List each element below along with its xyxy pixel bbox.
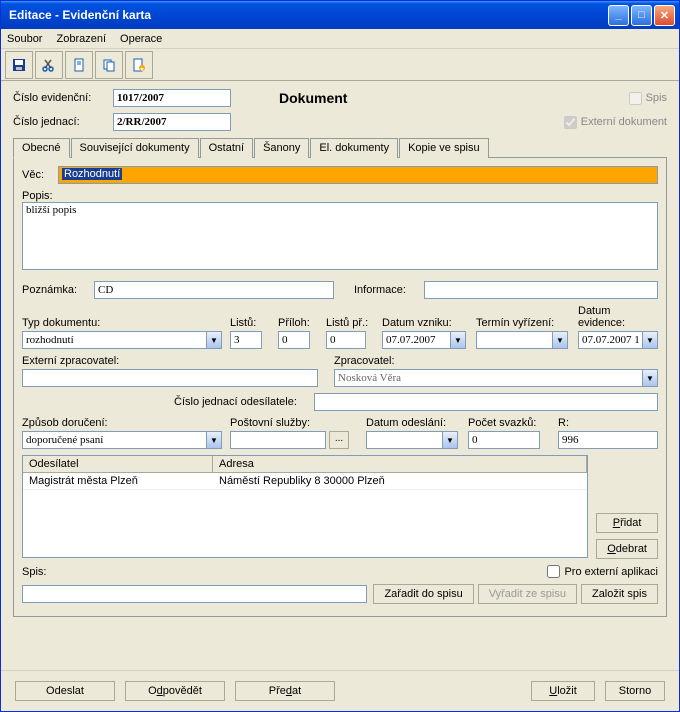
label-priloh: Příloh: — [278, 317, 318, 329]
label-datum-evidence: Datum evidence: — [578, 305, 658, 329]
toolbar: ★ — [1, 49, 679, 81]
label-r: R: — [558, 417, 658, 429]
doc-icon[interactable] — [65, 51, 93, 79]
chevron-down-icon[interactable]: ▼ — [450, 331, 466, 349]
label-typ-dokumentu: Typ dokumentu: — [22, 317, 222, 329]
odpovedet-button[interactable]: Odpovědět — [125, 681, 225, 701]
tab-ostatni[interactable]: Ostatní — [200, 138, 253, 158]
label-pocet-svazku: Počet svazků: — [468, 417, 550, 429]
cislo-jednaci-input[interactable] — [113, 113, 231, 131]
menubar: Soubor Zobrazení Operace — [1, 29, 679, 49]
pro-externi-checkbox[interactable]: Pro externí aplikaci — [547, 565, 658, 578]
chevron-down-icon[interactable]: ▼ — [642, 331, 658, 349]
tab-body: Věc: Rozhodnutí Popis: bližší popis Pozn… — [13, 158, 667, 617]
menu-zobrazeni[interactable]: Zobrazení — [56, 33, 106, 45]
window: Editace - Evidenční karta _ □ ✕ Soubor Z… — [0, 0, 680, 712]
label-poznamka: Poznámka: — [22, 284, 94, 296]
datum-vzniku-input[interactable] — [382, 331, 450, 349]
chevron-down-icon[interactable]: ▼ — [206, 331, 222, 349]
externi-dokument-checkbox[interactable]: Externí dokument — [564, 116, 667, 129]
r-input[interactable] — [558, 431, 658, 449]
zaradit-button[interactable]: Zařadit do spisu — [373, 584, 473, 604]
zalozit-button[interactable]: Založit spis — [581, 584, 658, 604]
menu-operace[interactable]: Operace — [120, 33, 162, 45]
informace-input[interactable] — [424, 281, 658, 299]
ellipsis-button[interactable]: ... — [329, 431, 349, 449]
label-listu: Listů: — [230, 317, 270, 329]
col-odesilatel[interactable]: Odesílatel — [23, 456, 213, 472]
datum-evidence-input[interactable] — [578, 331, 642, 349]
ulozit-button[interactable]: Uložit — [531, 681, 595, 701]
tab-el-dokumenty[interactable]: El. dokumenty — [310, 138, 398, 158]
odeslat-button[interactable]: Odeslat — [15, 681, 115, 701]
cislo-jednaci-odes-input[interactable] — [314, 393, 658, 411]
cislo-evidencni-input[interactable] — [113, 89, 231, 107]
listu-input[interactable] — [230, 331, 262, 349]
window-title: Editace - Evidenční karta — [9, 8, 608, 22]
tab-kopie[interactable]: Kopie ve spisu — [399, 138, 489, 158]
label-listu-pr: Listů př.: — [326, 317, 374, 329]
priloh-input[interactable] — [278, 331, 310, 349]
poznamka-input[interactable] — [94, 281, 334, 299]
pocet-svazku-input[interactable] — [468, 431, 540, 449]
label-cislo-evidencni: Číslo evidenční: — [13, 92, 113, 104]
chevron-down-icon[interactable]: ▼ — [442, 431, 458, 449]
titlebar: Editace - Evidenční karta _ □ ✕ — [1, 1, 679, 29]
spis-input[interactable] — [22, 585, 367, 603]
maximize-button[interactable]: □ — [631, 5, 652, 26]
label-cislo-jednaci: Číslo jednací: — [13, 116, 113, 128]
vyradit-button: Vyřadit ze spisu — [478, 584, 577, 604]
minimize-button[interactable]: _ — [608, 5, 629, 26]
close-button[interactable]: ✕ — [654, 5, 675, 26]
tab-sanony[interactable]: Šanony — [254, 138, 309, 158]
label-popis: Popis: — [22, 190, 53, 202]
tabs: Obecné Související dokumenty Ostatní Šan… — [13, 137, 667, 158]
postovni-sluzby-input[interactable] — [230, 431, 326, 449]
tab-obecne[interactable]: Obecné — [13, 138, 70, 158]
odebrat-button[interactable]: Odebrat — [596, 539, 658, 559]
label-spis: Spis: — [22, 566, 58, 578]
datum-odeslani-input[interactable] — [366, 431, 442, 449]
chevron-down-icon[interactable]: ▼ — [642, 369, 658, 387]
dokument-label: Dokument — [279, 90, 347, 106]
doc-new-icon[interactable]: ★ — [125, 51, 153, 79]
menu-soubor[interactable]: Soubor — [7, 33, 42, 45]
sender-grid: Odesílatel Adresa Magistrát města Plzeň … — [22, 455, 588, 558]
label-externi-zprac: Externí zpracovatel: — [22, 355, 326, 367]
zpusob-doruceni-input[interactable] — [22, 431, 206, 449]
chevron-down-icon[interactable]: ▼ — [552, 331, 568, 349]
chevron-down-icon[interactable]: ▼ — [206, 431, 222, 449]
vec-input[interactable]: Rozhodnutí — [58, 166, 658, 184]
table-row[interactable]: Magistrát města Plzeň Náměstí Republiky … — [23, 473, 587, 490]
label-zpusob-doruceni: Způsob doručení: — [22, 417, 222, 429]
pridat-button[interactable]: Přidat — [596, 513, 658, 533]
termin-vyrizeni-input[interactable] — [476, 331, 552, 349]
svg-text:★: ★ — [139, 66, 144, 73]
typ-dokumentu-input[interactable] — [22, 331, 206, 349]
label-informace: Informace: — [354, 284, 424, 296]
listu-pr-input[interactable] — [326, 331, 366, 349]
externi-zprac-input[interactable] — [22, 369, 318, 387]
spis-checkbox[interactable]: Spis — [629, 92, 667, 105]
col-adresa[interactable]: Adresa — [213, 456, 587, 472]
save-icon[interactable] — [5, 51, 33, 79]
popis-textarea[interactable]: bližší popis — [22, 202, 658, 270]
storno-button[interactable]: Storno — [605, 681, 665, 701]
copy-icon[interactable] — [95, 51, 123, 79]
label-datum-vzniku: Datum vzniku: — [382, 317, 468, 329]
label-zpracovatel: Zpracovatel: — [334, 355, 658, 367]
label-termin-vyrizeni: Termín vyřízení: — [476, 317, 570, 329]
zpracovatel-input — [334, 369, 642, 387]
label-datum-odeslani: Datum odeslání: — [366, 417, 460, 429]
predat-button[interactable]: Předat — [235, 681, 335, 701]
label-cislo-jednaci-odes: Číslo jednací odesílatele: — [174, 396, 314, 408]
cut-icon[interactable] — [35, 51, 63, 79]
content: Číslo evidenční: Dokument Spis Číslo jed… — [1, 81, 679, 670]
tab-souvisejici[interactable]: Související dokumenty — [71, 138, 199, 158]
bottom-buttons: Odeslat Odpovědět Předat Uložit Storno — [1, 670, 679, 711]
label-vec: Věc: — [22, 169, 58, 181]
label-postovni-sluzby: Poštovní služby: — [230, 417, 358, 429]
